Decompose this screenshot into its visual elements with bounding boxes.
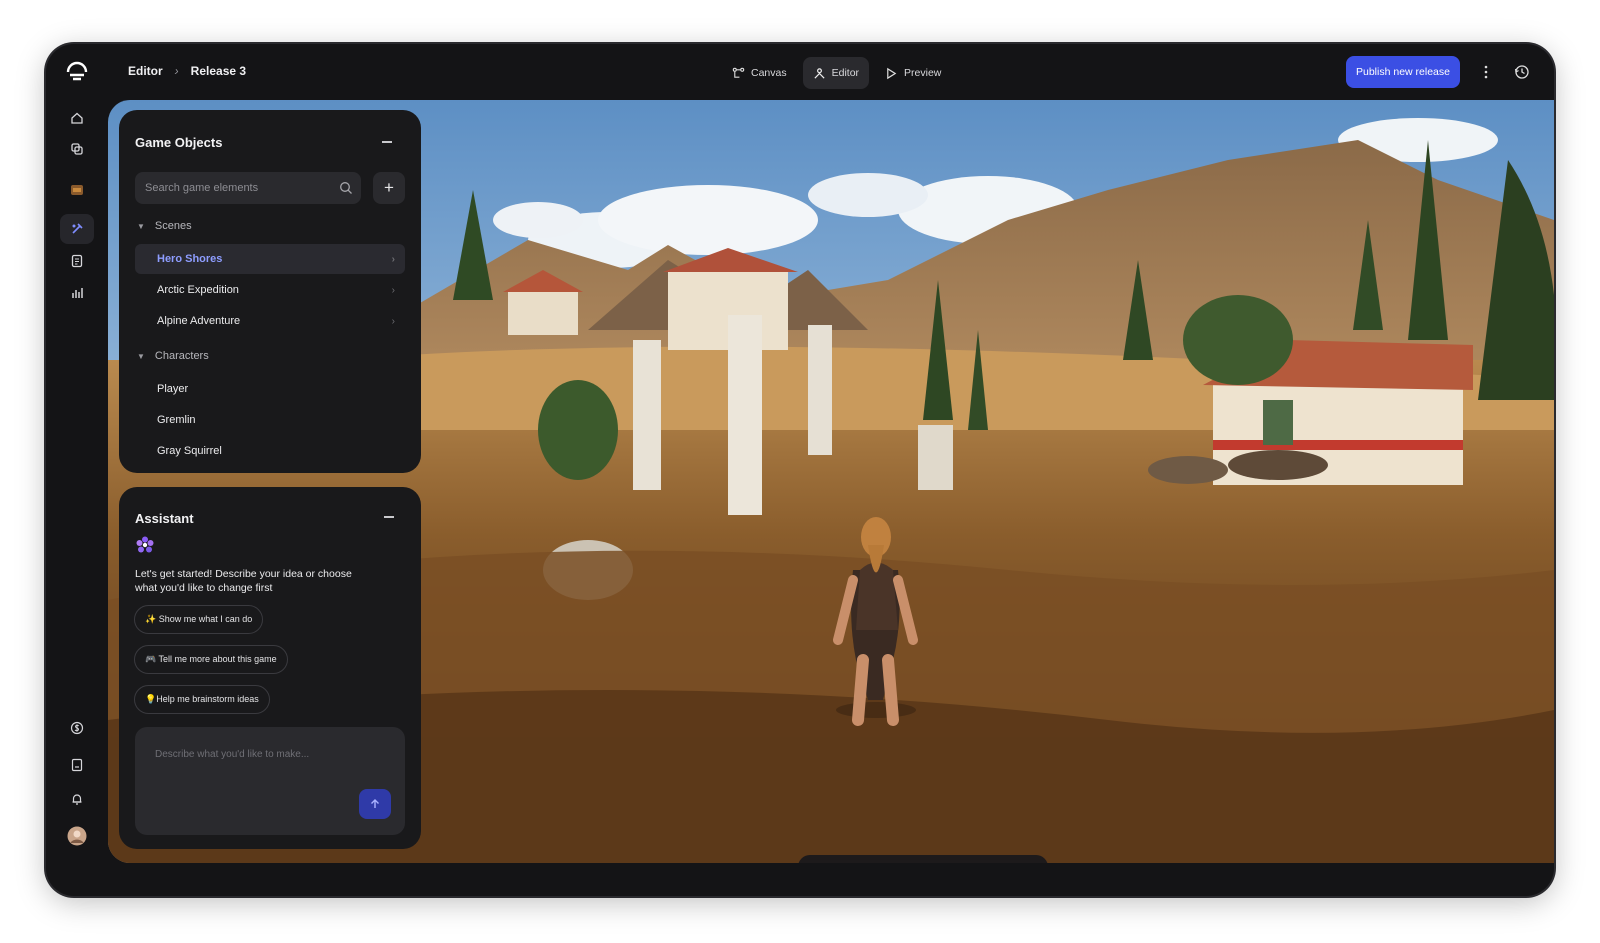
search-icon <box>340 182 352 194</box>
scene-item-arctic-expedition[interactable]: Arctic Expedition › <box>135 275 405 305</box>
app-window: Editor › Release 3 Canvas Editor Preview… <box>46 44 1554 896</box>
scene-item-label: Arctic Expedition <box>157 284 239 296</box>
character-item-gremlin[interactable]: Gremlin <box>135 405 405 435</box>
tab-preview[interactable]: Preview <box>875 57 951 89</box>
suggestion-chip-brainstorm[interactable]: 💡Help me brainstorm ideas <box>134 685 270 714</box>
avatar[interactable] <box>66 825 88 847</box>
suggestion-chip-game-info[interactable]: 🎮 Tell me more about this game <box>134 645 288 674</box>
tab-preview-label: Preview <box>904 67 942 79</box>
tab-canvas-label: Canvas <box>751 67 787 79</box>
character-item-player[interactable]: Player <box>135 374 405 404</box>
character-item-gray-squirrel[interactable]: Gray Squirrel <box>135 436 405 466</box>
scene-item-alpine-adventure[interactable]: Alpine Adventure › <box>135 306 405 336</box>
scene-item-label: Hero Shores <box>157 253 223 265</box>
editor-tools-icon[interactable] <box>60 214 94 244</box>
breadcrumb: Editor › Release 3 <box>128 64 246 78</box>
scene-item-hero-shores[interactable]: Hero Shores › <box>135 244 405 274</box>
assistant-title: Assistant <box>135 511 194 526</box>
analytics-icon[interactable] <box>66 282 88 304</box>
chevron-down-icon: ▼ <box>137 221 145 231</box>
canvas-icon <box>732 67 745 78</box>
transform-toolbar <box>798 855 1048 863</box>
library-icon[interactable] <box>66 754 88 776</box>
search-field[interactable] <box>135 172 361 204</box>
bell-icon[interactable] <box>66 788 88 810</box>
home-icon[interactable] <box>66 107 88 129</box>
minimize-icon[interactable] <box>379 134 395 150</box>
assistant-sparkle-icon <box>136 536 154 553</box>
game-objects-title: Game Objects <box>135 135 223 150</box>
more-options-icon[interactable] <box>1479 62 1493 82</box>
arrow-up-icon <box>371 799 379 808</box>
chevron-right-icon: › <box>391 253 395 265</box>
character-item-label: Player <box>157 383 189 395</box>
currency-icon[interactable] <box>66 717 88 739</box>
search-input[interactable] <box>145 172 325 204</box>
chevron-right-icon: › <box>391 315 395 327</box>
minimize-icon[interactable] <box>381 509 397 525</box>
group-scenes-label: Scenes <box>154 220 192 232</box>
group-characters[interactable]: ▼ Characters <box>137 350 209 362</box>
group-scenes[interactable]: ▼ Scenes <box>137 220 192 232</box>
assistant-message: Let's get started! Describe your idea or… <box>135 568 352 594</box>
add-object-button[interactable]: + <box>373 172 405 204</box>
breadcrumb-separator: › <box>174 64 179 78</box>
game-objects-panel: Game Objects + ▼ Scenes Hero Shores › Ar… <box>119 110 421 473</box>
game-thumbnail-icon[interactable] <box>66 179 88 201</box>
tab-canvas[interactable]: Canvas <box>722 57 797 89</box>
history-icon[interactable] <box>1513 63 1531 81</box>
tab-editor[interactable]: Editor <box>802 57 870 89</box>
assistant-composer <box>135 727 405 835</box>
chevron-right-icon: › <box>391 284 395 296</box>
send-button[interactable] <box>359 789 391 819</box>
document-icon[interactable] <box>66 250 88 272</box>
layers-icon[interactable] <box>66 138 88 160</box>
breadcrumb-current: Release 3 <box>190 64 247 78</box>
scene-item-label: Alpine Adventure <box>157 315 241 327</box>
mode-switcher: Canvas Editor Preview <box>722 57 951 89</box>
editor-icon <box>814 67 825 79</box>
play-icon <box>887 67 897 79</box>
assistant-input[interactable] <box>147 741 387 791</box>
character-item-label: Gremlin <box>157 414 196 426</box>
top-bar: Editor › Release 3 Canvas Editor Preview… <box>46 44 1554 100</box>
group-characters-label: Characters <box>154 350 209 362</box>
character-item-label: Gray Squirrel <box>157 445 222 457</box>
suggestion-chip-capabilities[interactable]: ✨ Show me what I can do <box>134 605 264 634</box>
logo-icon[interactable] <box>65 60 89 84</box>
breadcrumb-root[interactable]: Editor <box>128 64 163 78</box>
publish-button[interactable]: Publish new release <box>1346 56 1460 88</box>
tab-editor-label: Editor <box>831 67 860 79</box>
assistant-panel: Assistant Let's get started! Describe yo… <box>119 487 421 849</box>
chevron-down-icon: ▼ <box>137 351 145 361</box>
